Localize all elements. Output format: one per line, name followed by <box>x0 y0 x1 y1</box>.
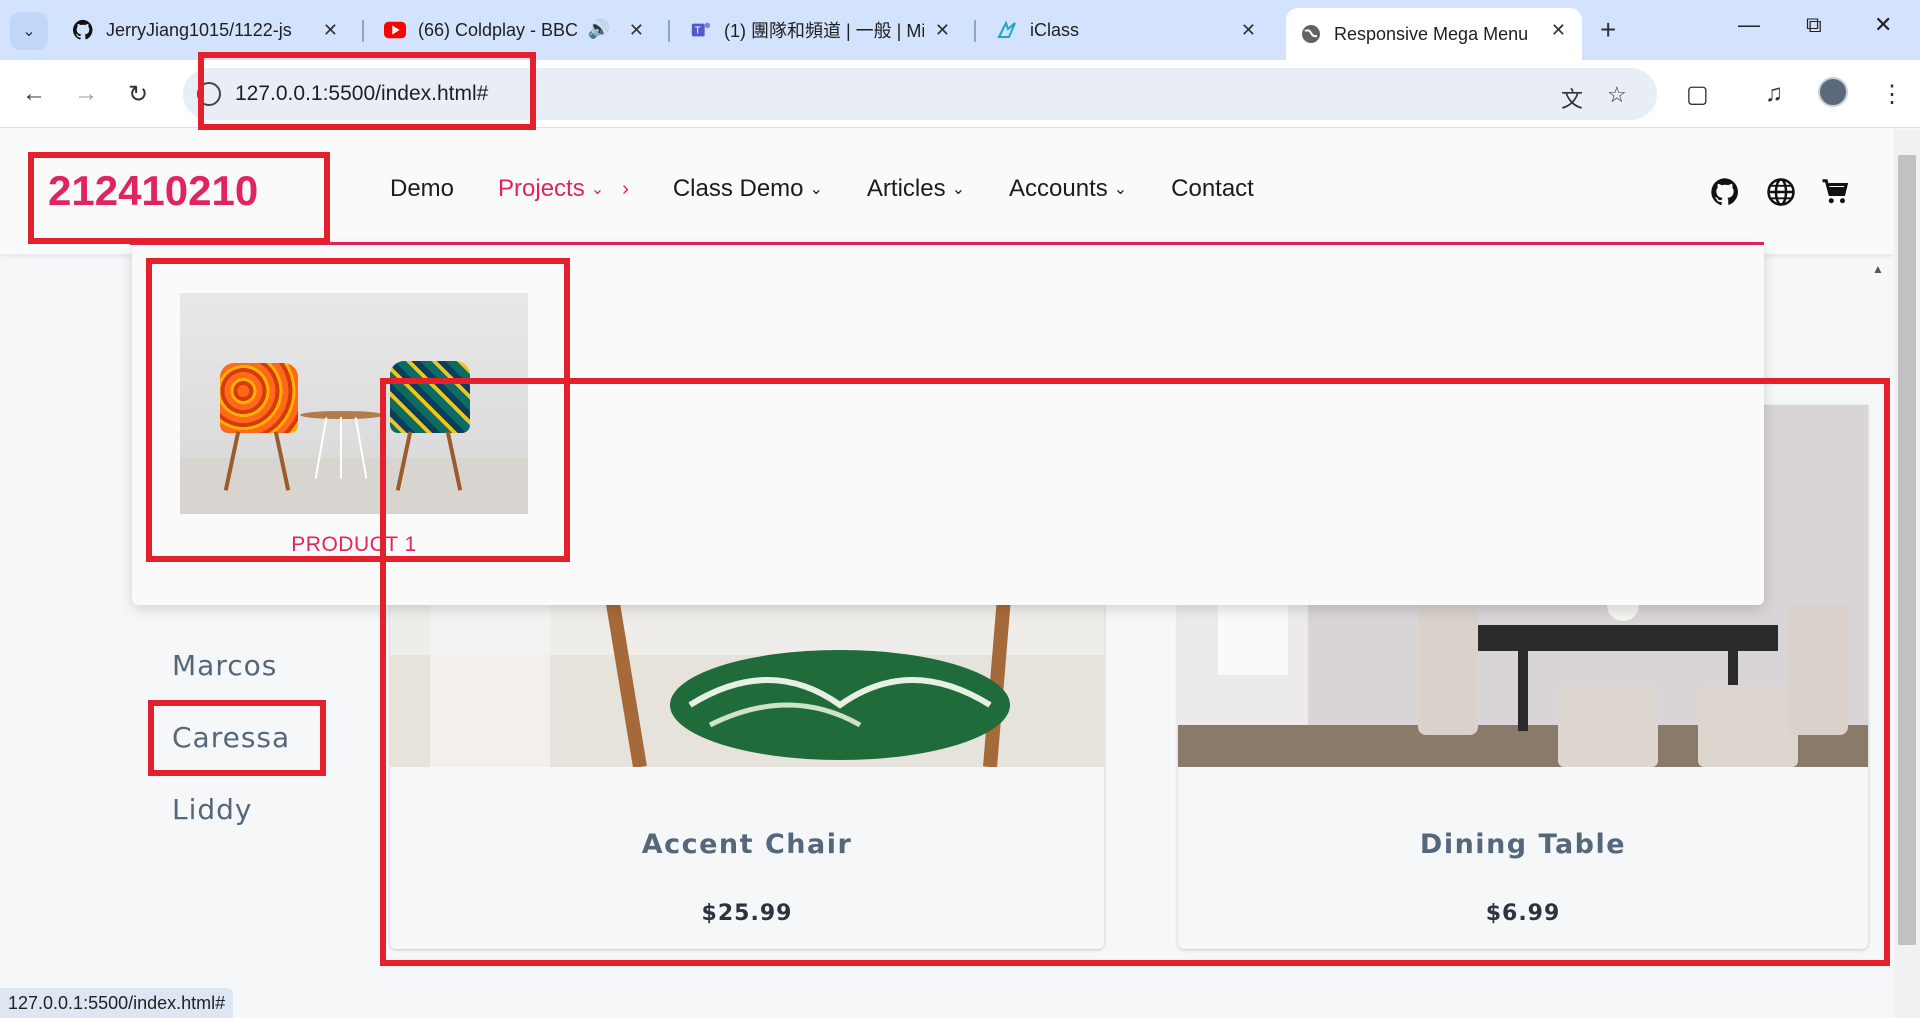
close-icon[interactable]: ✕ <box>1551 20 1566 41</box>
translate-icon[interactable]: 文 <box>1561 82 1583 114</box>
nav-label: Projects <box>498 175 585 202</box>
nav-label: Demo <box>390 175 455 202</box>
close-icon[interactable]: ✕ <box>1241 20 1256 41</box>
media-control-icon[interactable]: ♫ <box>1765 80 1783 108</box>
browser-tab-iclass[interactable]: iClass ✕ <box>982 8 1272 52</box>
nav-label: Accounts <box>1009 175 1108 202</box>
url-text[interactable]: 127.0.0.1:5500/index.html# <box>235 82 488 106</box>
nav-label: Articles <box>866 175 946 202</box>
chevron-down-icon: ⌄ <box>951 181 966 198</box>
product-label[interactable]: PRODUCT 1 <box>132 533 576 557</box>
chevron-right-icon: › <box>622 177 629 200</box>
tab-title: (1) 團隊和頻道 | 一般 | Mi <box>724 21 924 41</box>
tab-title: Responsive Mega Menu <box>1334 23 1529 44</box>
nav-item-articles[interactable]: Articles ⌄ <box>867 175 965 203</box>
close-icon[interactable]: ✕ <box>323 20 338 41</box>
globe-icon <box>1300 23 1322 45</box>
forward-button[interactable]: → <box>74 80 98 108</box>
product-price: $25.99 <box>701 901 793 926</box>
nav-label: Class Demo <box>672 175 804 202</box>
name-list: Marcos Caressa Liddy <box>172 649 290 865</box>
svg-text:T: T <box>695 26 701 37</box>
tab-title: (66) Coldplay - BBC <box>418 19 579 40</box>
scroll-up-arrow-icon[interactable]: ▲ <box>1872 262 1884 276</box>
globe-icon[interactable] <box>1766 177 1796 207</box>
youtube-icon <box>384 19 406 41</box>
browser-tab-teams[interactable]: T (1) 團隊和頻道 | 一般 | Mi ✕ <box>676 8 966 52</box>
product-name: Accent Chair <box>641 829 853 860</box>
status-bar-url: 127.0.0.1:5500/index.html# <box>0 988 234 1018</box>
chevron-down-icon: ⌄ <box>22 23 36 40</box>
browser-tab-github[interactable]: JerryJiang1015/1122-js ✕ <box>58 8 354 52</box>
close-icon[interactable]: ✕ <box>629 20 644 41</box>
list-item[interactable]: Caressa <box>172 721 290 793</box>
nav-item-accounts[interactable]: Accounts ⌄ <box>1009 175 1127 203</box>
close-window-button[interactable]: ✕ <box>1874 12 1892 38</box>
scrollbar-thumb[interactable] <box>1898 155 1916 945</box>
new-tab-button[interactable]: + <box>1600 14 1616 46</box>
minimize-button[interactable]: — <box>1738 12 1760 38</box>
browser-tab-active[interactable]: Responsive Mega Menu ✕ <box>1286 8 1582 60</box>
list-item[interactable]: Marcos <box>172 649 290 721</box>
tab-title: JerryJiang1015/1122-js <box>106 19 292 40</box>
chevron-down-icon: ⌄ <box>590 181 605 198</box>
github-icon[interactable] <box>1710 177 1740 207</box>
address-bar[interactable]: 127.0.0.1:5500/index.html# 文 ☆ <box>183 68 1657 120</box>
nav-label: Contact <box>1171 175 1254 202</box>
nav-item-demo[interactable]: Demo <box>390 175 454 203</box>
product-name: Dining Table <box>1419 829 1627 860</box>
main-nav: Demo Projects ⌄ › Class Demo ⌄ Articles ⌄ Ac… <box>390 175 1298 203</box>
projects-dropdown: PRODUCT 1 <box>132 245 1764 605</box>
reload-button[interactable]: ↻ <box>128 80 148 109</box>
profile-avatar[interactable] <box>1818 77 1848 107</box>
site-header: 212410210 Demo Projects ⌄ › Class Demo ⌄ Ar… <box>0 129 1894 254</box>
github-icon <box>72 19 94 41</box>
site-info-icon[interactable] <box>197 82 221 106</box>
chevron-down-icon: ⌄ <box>1113 181 1128 198</box>
bookmark-star-icon[interactable]: ☆ <box>1607 82 1627 108</box>
extensions-icon[interactable]: ▢ <box>1686 80 1709 109</box>
page-content: 212410210 Demo Projects ⌄ › Class Demo ⌄ Ar… <box>0 129 1894 1018</box>
tab-search-button[interactable]: ⌄ <box>10 12 48 50</box>
nav-item-class-demo[interactable]: Class Demo ⌄ <box>673 175 823 203</box>
nav-item-contact[interactable]: Contact <box>1171 175 1254 203</box>
tab-title: iClass <box>1030 19 1080 40</box>
product-price: $6.99 <box>1485 901 1561 926</box>
nav-item-projects[interactable]: Projects ⌄ › <box>498 175 629 203</box>
browser-toolbar: ← → ↻ 127.0.0.1:5500/index.html# 文 ☆ ▢ ♫… <box>0 60 1920 128</box>
site-logo[interactable]: 212410210 <box>48 167 258 215</box>
restore-button[interactable]: ⧉ <box>1806 12 1822 38</box>
iclass-icon <box>996 19 1018 41</box>
cart-icon[interactable] <box>1820 177 1850 207</box>
chevron-down-icon: ⌄ <box>809 181 823 198</box>
menu-kebab-icon[interactable]: ⋮ <box>1880 80 1904 109</box>
speaker-icon[interactable]: 🔊 <box>588 19 610 40</box>
close-icon[interactable]: ✕ <box>935 20 950 41</box>
list-item[interactable]: Liddy <box>172 793 290 865</box>
tab-strip: ⌄ JerryJiang1015/1122-js ✕ (66) Coldplay… <box>0 0 1920 60</box>
back-button[interactable]: ← <box>22 80 46 108</box>
teams-icon: T <box>690 19 712 41</box>
browser-tab-youtube[interactable]: (66) Coldplay - BBC 🔊 ✕ <box>370 8 660 52</box>
product-image[interactable] <box>180 293 528 514</box>
